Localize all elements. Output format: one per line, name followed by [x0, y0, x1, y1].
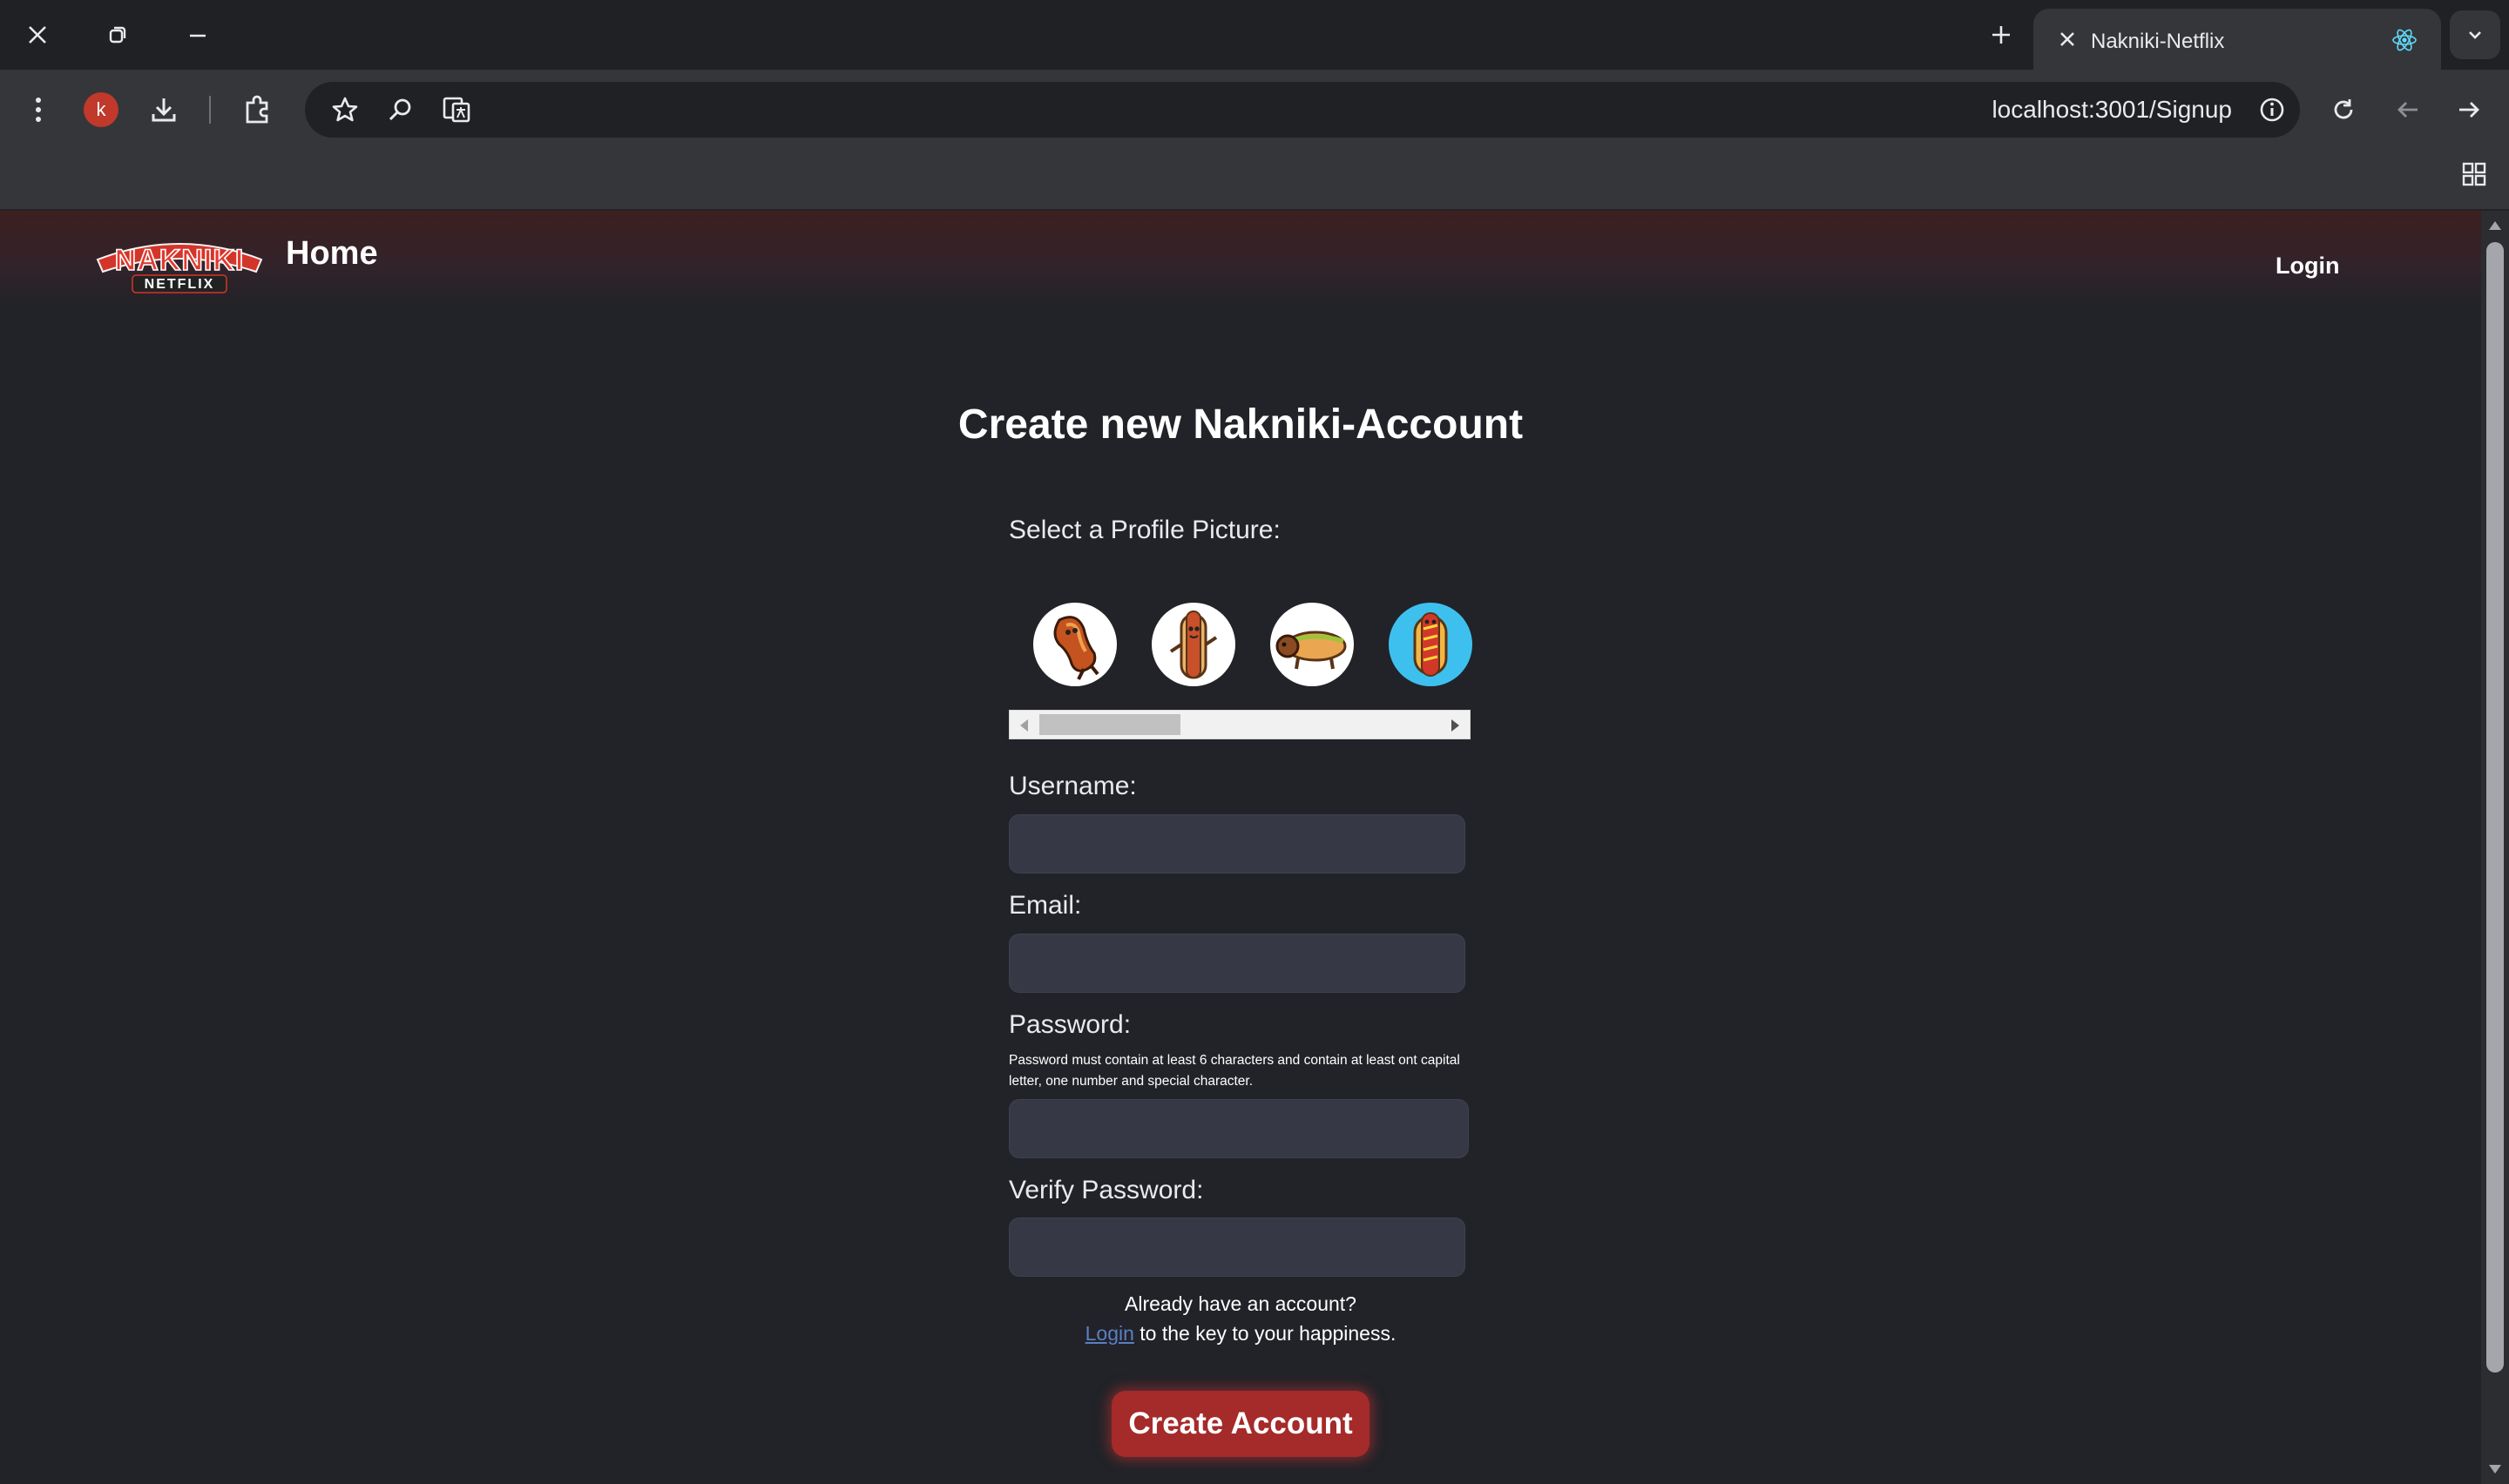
profile-picture-option[interactable]: [1389, 603, 1472, 686]
username-label: Username:: [1009, 772, 1137, 800]
more-vert-icon: [36, 98, 41, 122]
tab-nakniki-netflix[interactable]: Nakniki-Netflix: [2033, 9, 2441, 70]
info-icon: [2260, 98, 2284, 122]
password-input[interactable]: [1009, 1099, 1469, 1158]
password-label: Password:: [1009, 1010, 1132, 1039]
verify-password-label: Verify Password:: [1009, 1176, 1204, 1204]
profile-picture-scrollbar[interactable]: [1009, 710, 1471, 739]
hotdog-dancing-icon: [1053, 616, 1099, 680]
verify-password-input[interactable]: [1009, 1218, 1465, 1277]
profile-avatar[interactable]: k: [84, 92, 118, 127]
scroll-left-arrow-icon[interactable]: [1020, 719, 1028, 732]
reload-button[interactable]: [2321, 87, 2366, 132]
username-input[interactable]: [1009, 814, 1465, 874]
extensions-button[interactable]: [235, 87, 281, 132]
profile-picture-option[interactable]: [1152, 603, 1235, 686]
page-scroll-thumb[interactable]: [2486, 242, 2504, 1373]
minimize-window-button[interactable]: [171, 12, 225, 57]
toolbar-divider: [209, 96, 211, 124]
scroll-down-arrow-icon[interactable]: [2489, 1465, 2501, 1474]
downloads-button[interactable]: [141, 87, 186, 132]
create-account-button[interactable]: Create Account: [1112, 1391, 1369, 1457]
new-tab-button[interactable]: [1974, 12, 2028, 57]
profile-picture-label: Select a Profile Picture:: [1009, 516, 1281, 544]
profile-picture-option[interactable]: [1270, 603, 1354, 686]
translate-button[interactable]: [434, 87, 479, 132]
email-label: Email:: [1009, 891, 1082, 920]
plus-icon: [1992, 26, 2010, 44]
browser-titlebar: Nakniki-Netflix: [0, 0, 2509, 70]
tab-close-button[interactable]: [2051, 23, 2084, 56]
page-viewport: NAKNIKI NETFLIX Home Login Create new Na…: [0, 211, 2481, 1484]
translate-icon: [443, 97, 470, 123]
download-icon: [152, 98, 176, 122]
scroll-up-arrow-icon[interactable]: [2489, 221, 2501, 230]
browser-menu-button[interactable]: [16, 87, 61, 132]
search-icon: [389, 98, 411, 121]
reload-icon: [2334, 99, 2353, 119]
email-input[interactable]: [1009, 934, 1465, 993]
nakniki-logo[interactable]: NAKNIKI NETFLIX: [94, 233, 265, 296]
scroll-right-arrow-icon[interactable]: [1451, 719, 1459, 732]
bookmark-star-button[interactable]: [322, 87, 368, 132]
profile-picture-option[interactable]: [1033, 603, 1117, 686]
already-have-account-text: Already have an account?: [1125, 1292, 1356, 1315]
hotdog-standing-icon: [1169, 610, 1218, 679]
close-window-button[interactable]: [10, 12, 64, 57]
tab-search-button[interactable]: [2450, 10, 2500, 59]
url-text[interactable]: localhost:3001/Signup: [1992, 96, 2232, 124]
site-info-button[interactable]: [2249, 87, 2295, 132]
arrow-left-icon: [2397, 102, 2418, 118]
page-title: Create new Nakniki-Account: [957, 401, 1524, 448]
password-hint: Password must contain at least 6 charact…: [1009, 1053, 1460, 1089]
login-link[interactable]: Login: [1085, 1322, 1134, 1345]
hotdog-mustard-icon: [1413, 612, 1448, 677]
puzzle-icon: [246, 95, 268, 124]
restore-window-button[interactable]: [91, 12, 145, 57]
restore-icon: [109, 26, 126, 44]
svg-text:NAKNIKI: NAKNIKI: [115, 244, 245, 277]
react-favicon-icon: [2392, 29, 2417, 51]
forward-button[interactable]: [2446, 87, 2492, 132]
minimize-icon: [190, 34, 206, 37]
chevron-down-icon: [2469, 31, 2481, 39]
nav-home-link[interactable]: Home: [286, 235, 378, 273]
svg-text:NETFLIX: NETFLIX: [145, 277, 215, 292]
profile-picture-scroll-thumb[interactable]: [1039, 714, 1180, 735]
nav-login-link[interactable]: Login: [2276, 253, 2339, 280]
zoom-button[interactable]: [378, 87, 423, 132]
login-prompt: Login to the key to your happiness.: [0, 1322, 2481, 1346]
site-navbar: NAKNIKI NETFLIX Home Login: [0, 211, 2481, 308]
address-bar[interactable]: localhost:3001/Signup: [305, 82, 2300, 138]
tab-title: Nakniki-Netflix: [2091, 30, 2225, 53]
login-prompt-suffix: to the key to your happiness.: [1140, 1322, 1397, 1345]
close-icon: [2060, 32, 2074, 46]
star-icon: [332, 97, 358, 122]
arrow-right-icon: [2459, 102, 2479, 118]
page-scrollbar[interactable]: [2481, 211, 2509, 1484]
apps-button[interactable]: [2452, 152, 2497, 197]
grid-icon: [2462, 162, 2486, 186]
close-icon: [29, 26, 46, 44]
hotdog-dog-icon: [1275, 631, 1347, 670]
back-button[interactable]: [2385, 87, 2431, 132]
